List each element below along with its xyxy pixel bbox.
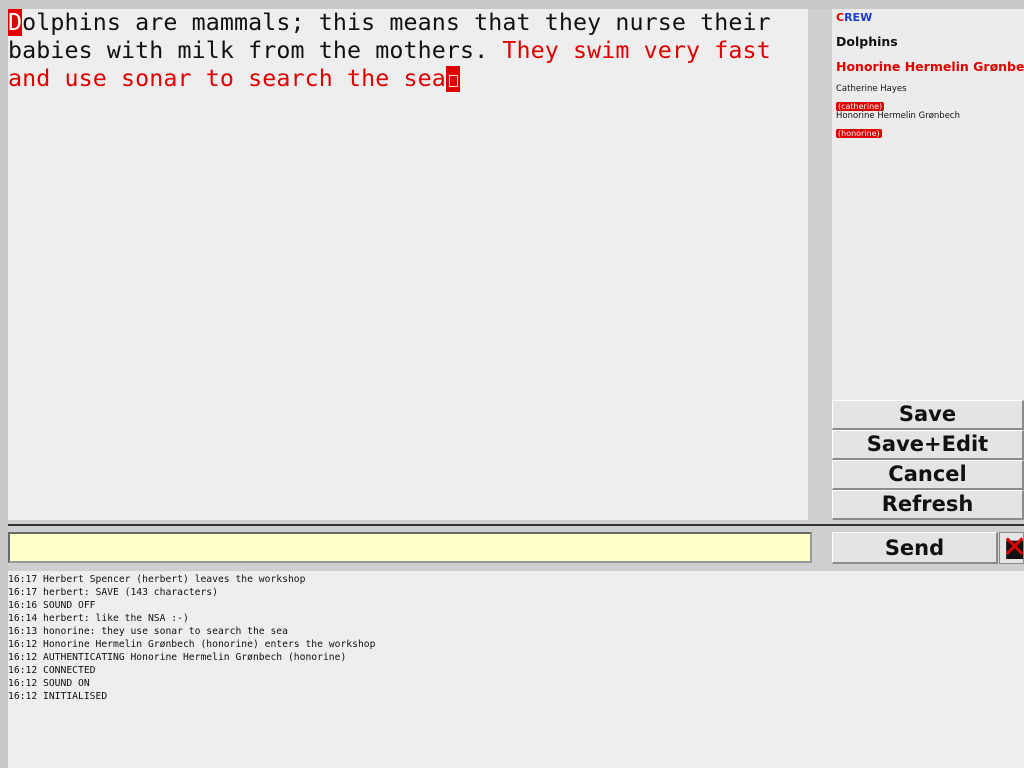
save-edit-button[interactable]: Save+Edit xyxy=(832,430,1024,460)
log-entry: 16:14 herbert: like the NSA :-) xyxy=(8,613,189,624)
log-entry: 16:17 Herbert Spencer (herbert) leaves t… xyxy=(8,574,306,585)
text-cursor-icon xyxy=(445,66,460,92)
top-border xyxy=(0,0,1024,9)
close-icon[interactable]: ■ ✕ xyxy=(999,532,1024,564)
refresh-button[interactable]: Refresh xyxy=(832,490,1024,520)
crew-member-tag: (honorine) xyxy=(836,129,882,138)
log-entry: 16:12 Honorine Hermelin Grønbech (honori… xyxy=(8,639,376,650)
log-entry: 16:13 honorine: they use sonar to search… xyxy=(8,626,288,637)
log-entry: 16:17 herbert: SAVE (143 characters) xyxy=(8,587,218,598)
chat-input[interactable] xyxy=(8,532,812,563)
crew-title: CREW xyxy=(836,11,873,24)
log-entry: 16:12 SOUND ON xyxy=(8,678,90,689)
crew-member-name: Honorine Hermelin Grønbech xyxy=(836,111,960,121)
log-list: 16:17 Herbert Spencer (herbert) leaves t… xyxy=(8,571,1024,703)
divider xyxy=(8,524,1024,526)
crew-member-name: Catherine Hayes xyxy=(836,84,907,94)
log-entry: 16:12 CONNECTED xyxy=(8,665,96,676)
log-entry: 16:12 INITIALISED xyxy=(8,691,108,702)
left-border xyxy=(0,0,8,768)
crew-panel: CREW Dolphins Honorine Hermelin Grønbech… xyxy=(832,9,1024,400)
log-entry: 16:12 AUTHENTICATING Honorine Hermelin G… xyxy=(8,652,347,663)
crew-member: Catherine Hayes (catherine) xyxy=(836,84,907,113)
cancel-button[interactable]: Cancel xyxy=(832,460,1024,490)
workshop-topic: Dolphins xyxy=(836,34,898,49)
send-button[interactable]: Send xyxy=(832,532,998,564)
event-log: 16:17 Herbert Spencer (herbert) leaves t… xyxy=(8,571,1024,768)
first-letter-highlight: D xyxy=(8,9,23,36)
text-editor[interactable]: Dolphins are mammals; this means that th… xyxy=(8,9,808,520)
save-button[interactable]: Save xyxy=(832,400,1024,430)
log-entry: 16:16 SOUND OFF xyxy=(8,600,96,611)
current-user-name: Honorine Hermelin Grønbech xyxy=(836,59,1024,74)
crew-member: Honorine Hermelin Grønbech (honorine) xyxy=(836,111,960,140)
crew-member-tag: (catherine) xyxy=(836,102,885,111)
editor-content[interactable]: Dolphins are mammals; this means that th… xyxy=(8,9,808,93)
